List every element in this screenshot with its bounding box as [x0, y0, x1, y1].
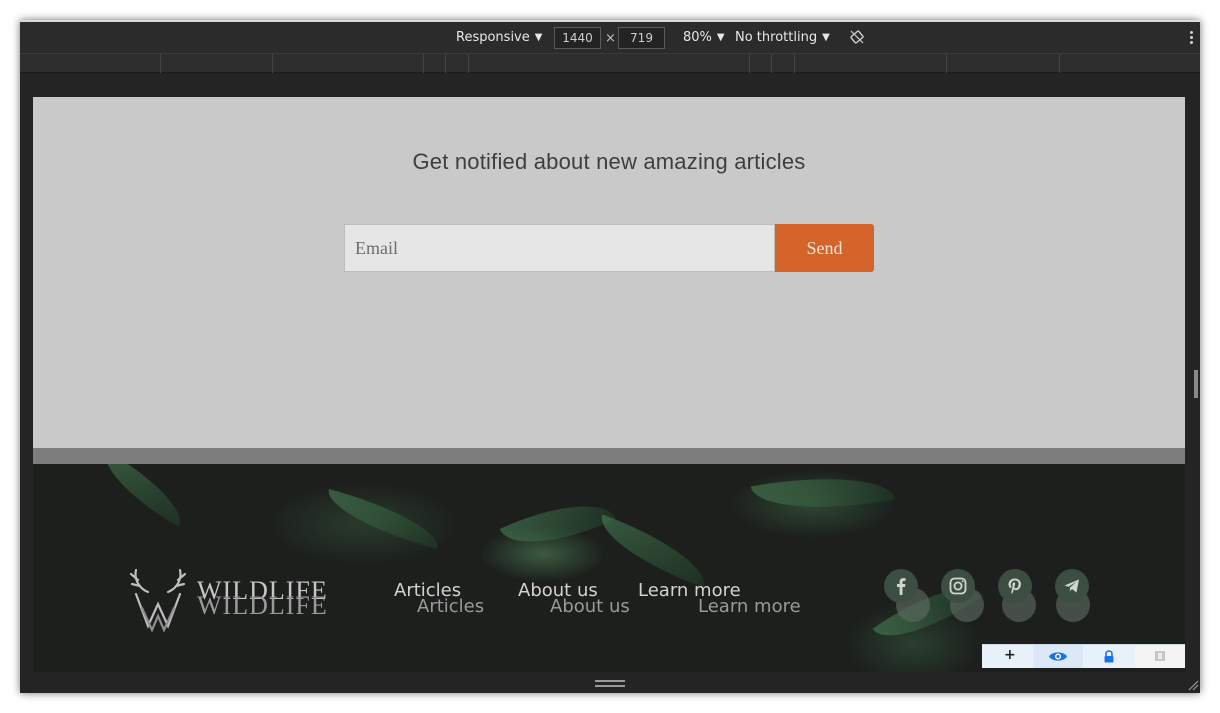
throttling-select[interactable]: No throttling ▼ — [735, 30, 830, 46]
newsletter-headline: Get notified about new amazing articles — [412, 149, 806, 174]
pinterest-icon — [1008, 578, 1021, 594]
footer-divider — [33, 448, 1185, 464]
footer: WILDLIFE WILDLIFE Articles About us Lear… — [33, 464, 1185, 672]
brand-name-duplicate: WILDLIFE — [197, 591, 328, 620]
leaf-decoration — [750, 464, 896, 524]
widget-box-button[interactable] — [1135, 645, 1185, 668]
plus-icon: + — [1004, 647, 1016, 663]
nav-link-articles-duplicate: Articles — [417, 596, 485, 617]
instagram-button[interactable] — [941, 569, 975, 603]
media-query-ruler — [20, 53, 1200, 73]
nav-link-about-us-duplicate: About us — [550, 596, 630, 617]
caret-down-icon: ▼ — [716, 32, 725, 43]
browser-devtools-window: Responsive ▼ 1440 × 719 80% ▼ No throttlin… — [20, 20, 1200, 693]
leaf-decoration — [499, 482, 617, 566]
telegram-icon — [1064, 579, 1079, 593]
throttling-label: No throttling — [735, 30, 818, 45]
leaf-decoration — [590, 514, 716, 588]
pinterest-button[interactable] — [998, 569, 1032, 603]
corner-resize-icon[interactable] — [1188, 680, 1199, 691]
device-label: Responsive — [456, 30, 530, 45]
email-input[interactable] — [344, 224, 775, 272]
bottom-resize-bar — [20, 672, 1200, 693]
widget-add-button[interactable]: + — [982, 645, 1032, 668]
leaf-decoration — [92, 464, 194, 527]
widget-lock-button[interactable] — [1084, 645, 1134, 668]
dimension-separator: × — [605, 31, 616, 46]
device-select[interactable]: Responsive ▼ — [456, 30, 542, 46]
leaf-decoration — [321, 488, 445, 550]
extension-widget: + — [982, 644, 1185, 668]
telegram-button[interactable] — [1055, 569, 1089, 603]
instagram-icon — [949, 577, 967, 595]
page-viewport: Get notified about new amazing articles … — [33, 97, 1185, 672]
rotate-icon[interactable] — [849, 29, 865, 45]
device-toolbar: Responsive ▼ 1440 × 719 80% ▼ No throttlin… — [20, 20, 1200, 53]
bottom-resize-handle[interactable] — [595, 680, 625, 690]
side-resize-handle[interactable] — [1194, 370, 1198, 398]
send-button[interactable]: Send — [775, 224, 874, 272]
caret-down-icon: ▼ — [822, 32, 830, 43]
zoom-label: 80% — [683, 30, 712, 45]
lock-icon — [1104, 650, 1114, 663]
height-input[interactable]: 719 — [618, 27, 665, 49]
eye-icon — [1049, 652, 1067, 661]
caret-down-icon: ▼ — [534, 32, 543, 43]
facebook-icon — [897, 578, 906, 595]
zoom-select[interactable]: 80% ▼ — [683, 30, 725, 46]
box-icon — [1155, 651, 1165, 661]
more-options-icon[interactable] — [1190, 31, 1194, 47]
facebook-button[interactable] — [884, 569, 918, 603]
width-input[interactable]: 1440 — [554, 27, 601, 49]
widget-eye-button[interactable] — [1033, 645, 1083, 668]
nav-link-learn-more-duplicate: Learn more — [698, 596, 801, 617]
wildlife-logo-icon[interactable] — [128, 568, 188, 632]
